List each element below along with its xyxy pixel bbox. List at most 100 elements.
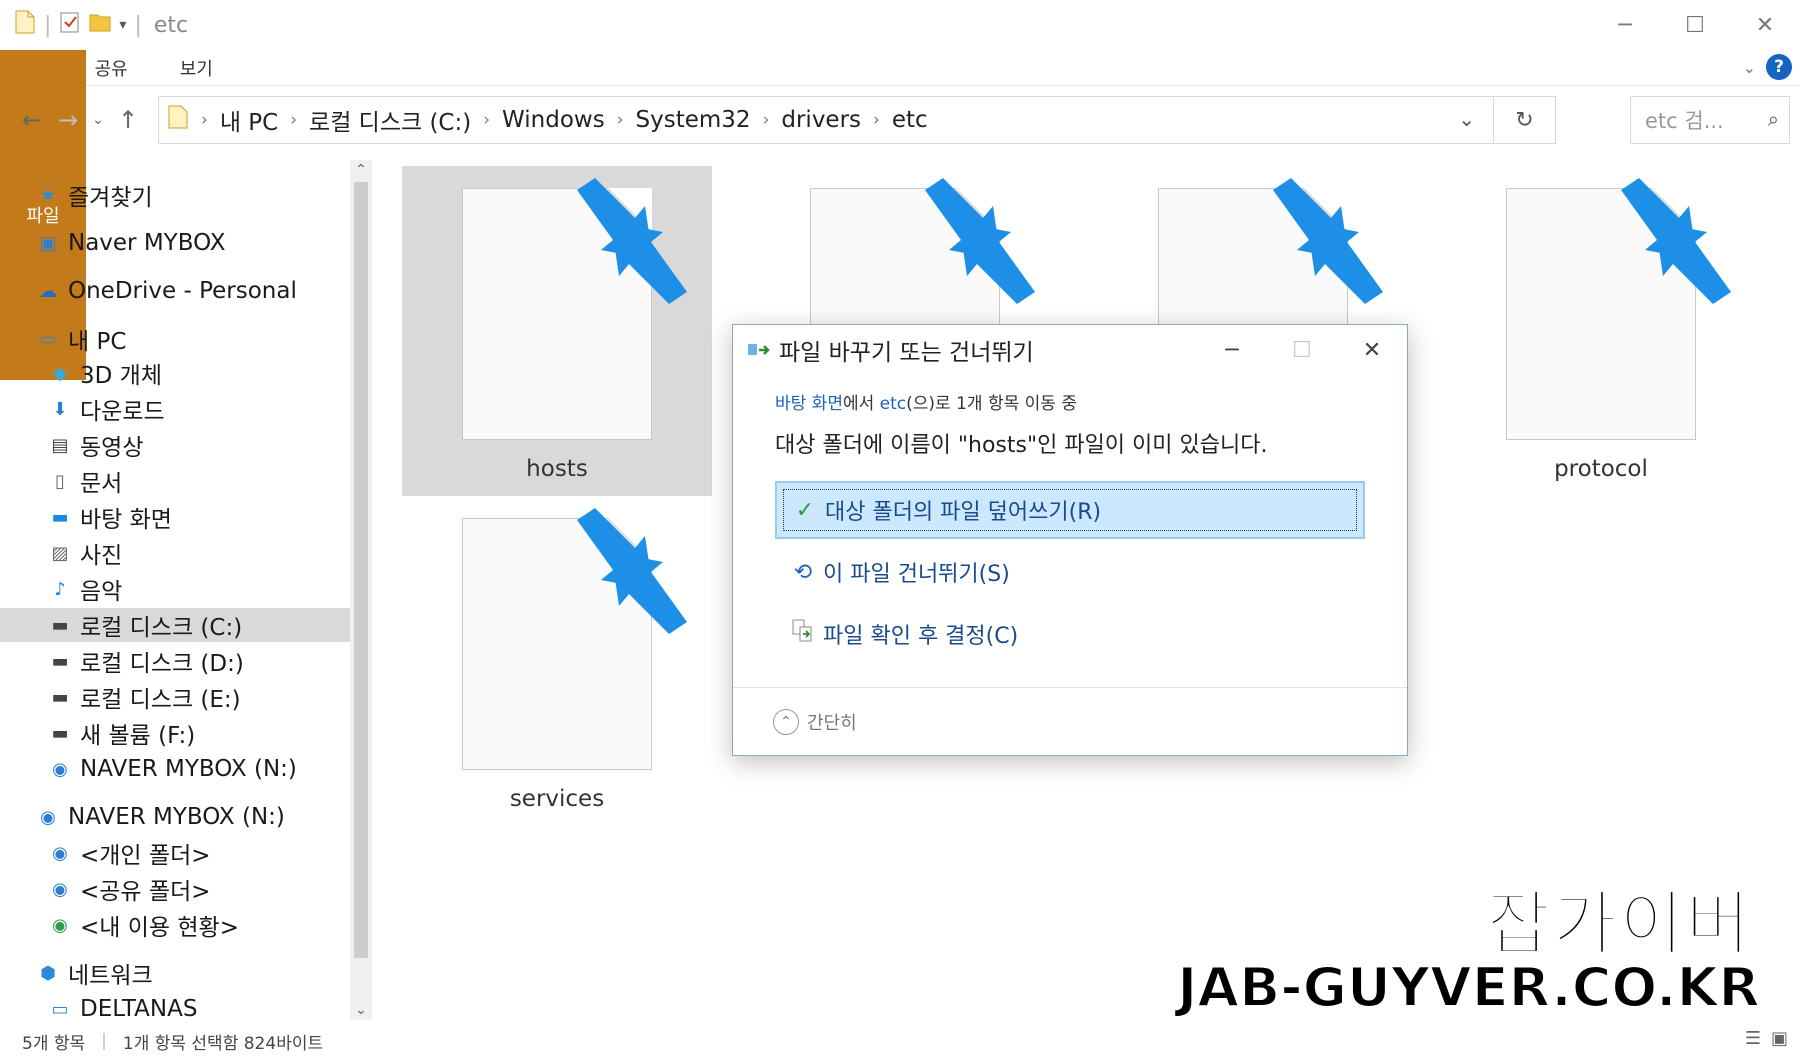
replace-or-skip-dialog: 파일 바꾸기 또는 건너뛰기 ─ ☐ ✕ 바탕 화면에서 etc(으)로 1개 …: [732, 324, 1408, 756]
address-bar[interactable]: › 내 PC › 로컬 디스크 (C:) › Windows › System3…: [158, 96, 1556, 144]
file-icon: [14, 10, 36, 40]
back-arrow-icon[interactable]: ←: [14, 106, 50, 134]
breadcrumb-system32[interactable]: System32: [636, 107, 751, 133]
breadcrumb-separator-icon[interactable]: ›: [290, 110, 297, 130]
replace-file-option[interactable]: ✓ 대상 폴더의 파일 덮어쓰기(R): [775, 481, 1365, 539]
scroll-up-icon[interactable]: ⌃: [350, 162, 372, 178]
nav-item[interactable]: ◆ 3D 개체: [0, 356, 350, 390]
expand-ribbon-icon[interactable]: ⌄: [1743, 58, 1756, 77]
nav-item-label: 동영상: [80, 435, 144, 461]
nav-item[interactable]: ⬢ 네트워크: [0, 956, 350, 990]
nav-item[interactable]: ▯ 문서: [0, 464, 350, 498]
nav-item-label: 네트워크: [68, 963, 153, 989]
nav-item[interactable]: ◉ <개인 폴더>: [0, 836, 350, 870]
selection-info: 1개 항목 선택함 824바이트: [122, 1033, 324, 1054]
customize-toolbar-icon[interactable]: ▾: [119, 17, 126, 33]
nav-item[interactable]: ▭ DELTANAS: [0, 992, 350, 1020]
nav-item-label: DELTANAS: [80, 996, 198, 1020]
shortcut-move-arrows-icon: [1611, 176, 1741, 306]
search-placeholder: etc 검...: [1645, 109, 1724, 133]
nav-item[interactable]: ▣ Naver MYBOX: [0, 226, 350, 260]
nav-item[interactable]: ★ 즐겨찾기: [0, 178, 350, 212]
scroll-down-icon[interactable]: ⌄: [350, 1002, 372, 1018]
nav-item[interactable]: ☁ OneDrive - Personal: [0, 274, 350, 308]
tab-view[interactable]: 보기: [154, 50, 239, 85]
breadcrumb-etc[interactable]: etc: [892, 107, 928, 133]
dialog-close-button[interactable]: ✕: [1337, 325, 1407, 375]
skip-file-label: 이 파일 건너뛰기(S): [823, 562, 1010, 587]
breadcrumb-windows[interactable]: Windows: [502, 107, 605, 133]
breadcrumb-drivers[interactable]: drivers: [781, 107, 861, 133]
nav-item-label: <개인 폴더>: [80, 843, 211, 869]
minimize-button[interactable]: ─: [1590, 0, 1660, 50]
fewer-details-link[interactable]: 간단히: [807, 709, 857, 735]
dialog-maximize-button: ☐: [1292, 337, 1312, 363]
close-button[interactable]: ✕: [1730, 0, 1800, 50]
breadcrumb-local-disk-c[interactable]: 로컬 디스크 (C:): [309, 103, 471, 137]
up-arrow-icon[interactable]: ↑: [110, 106, 146, 134]
nav-item-label: 내 PC: [68, 329, 127, 355]
nav-item[interactable]: ◉ <내 이용 현황>: [0, 908, 350, 942]
cloud-icon: ☁: [39, 280, 57, 302]
skip-file-option[interactable]: ⟲ 이 파일 건너뛰기(S): [775, 543, 1365, 601]
dialog-minimize-button[interactable]: ─: [1197, 325, 1267, 375]
large-icons-view-icon[interactable]: ▣: [1771, 1028, 1788, 1049]
nav-item[interactable]: ▬ 로컬 디스크 (C:): [0, 608, 350, 642]
nav-item[interactable]: ▬ 바탕 화면: [0, 500, 350, 534]
file-item[interactable]: protocol: [1446, 166, 1756, 496]
breadcrumb-separator-icon[interactable]: ›: [763, 110, 770, 130]
nav-item[interactable]: ▬ 새 볼륨 (F:): [0, 716, 350, 750]
new-folder-icon[interactable]: [89, 10, 111, 40]
nav-item-label: OneDrive - Personal: [68, 278, 297, 304]
music-icon: ♪: [54, 578, 66, 600]
file-item[interactable]: services: [402, 496, 712, 826]
nav-item[interactable]: ♪ 음악: [0, 572, 350, 606]
folder-location-icon: [167, 104, 189, 136]
properties-icon[interactable]: [59, 10, 81, 40]
dialog-subtitle: 바탕 화면에서 etc(으)로 1개 항목 이동 중: [775, 389, 1077, 414]
file-item[interactable]: hosts: [402, 166, 712, 496]
forward-arrow-icon[interactable]: →: [50, 106, 86, 134]
details-view-icon[interactable]: ☰: [1745, 1028, 1761, 1049]
toolbar-separator: |: [134, 12, 142, 38]
nav-item-label: 음악: [80, 579, 123, 605]
search-icon[interactable]: ⌕: [1768, 107, 1779, 131]
nav-item[interactable]: ◉ NAVER MYBOX (N:): [0, 752, 350, 786]
breadcrumb-separator-icon[interactable]: ›: [483, 110, 490, 130]
shortcut-move-arrows-icon: [567, 176, 697, 306]
shortcut-move-arrows-icon: [915, 176, 1045, 306]
breadcrumb-separator-icon[interactable]: ›: [873, 110, 880, 130]
breadcrumb-separator-icon[interactable]: ›: [201, 110, 208, 130]
help-icon[interactable]: ?: [1766, 54, 1792, 80]
nav-item[interactable]: ◉ <공유 폴더>: [0, 872, 350, 906]
navigation-pane: ★ 즐겨찾기 ▣ Naver MYBOX ☁ OneDrive - Personal ▭ 내 …: [0, 160, 350, 1020]
nav-item[interactable]: ◉ NAVER MYBOX (N:): [0, 800, 350, 834]
nav-item-label: 3D 개체: [80, 363, 162, 389]
view-toggle: ☰ ▣: [1745, 1028, 1788, 1049]
source-folder-link[interactable]: 바탕 화면: [775, 394, 843, 414]
nav-item[interactable]: ▤ 동영상: [0, 428, 350, 462]
refresh-icon[interactable]: ↻: [1493, 97, 1555, 143]
maximize-button[interactable]: ☐: [1660, 0, 1730, 50]
scrollbar-thumb[interactable]: [354, 182, 368, 958]
nav-item-label: NAVER MYBOX (N:): [68, 804, 285, 830]
nav-item[interactable]: ▭ 내 PC: [0, 322, 350, 356]
nav-item[interactable]: ▬ 로컬 디스크 (E:): [0, 680, 350, 714]
shortcut-move-arrows-icon: [1263, 176, 1393, 306]
navigation-scrollbar[interactable]: ⌃ ⌄: [350, 160, 372, 1020]
nav-item[interactable]: ▬ 로컬 디스크 (D:): [0, 644, 350, 678]
nav-item[interactable]: ⬇ 다운로드: [0, 392, 350, 426]
watermark-logo-text: 잡가이버: [1485, 882, 1752, 966]
search-box[interactable]: etc 검... ⌕: [1630, 96, 1790, 144]
compare-files-option[interactable]: 파일 확인 후 결정(C): [775, 605, 1365, 663]
breadcrumb-my-pc[interactable]: 내 PC: [220, 103, 278, 137]
mybox-drive-icon: ◉: [52, 758, 68, 780]
destination-folder-link[interactable]: etc: [880, 394, 906, 414]
recent-locations-icon[interactable]: ⌄: [86, 112, 110, 128]
file-name: protocol: [1554, 456, 1648, 482]
title-bar: | ▾ | etc ─ ☐ ✕: [0, 0, 1800, 50]
chevron-up-icon[interactable]: ⌃: [773, 708, 799, 735]
address-dropdown-icon[interactable]: ⌄: [1458, 107, 1475, 131]
nav-item[interactable]: ▨ 사진: [0, 536, 350, 570]
breadcrumb-separator-icon[interactable]: ›: [617, 110, 624, 130]
